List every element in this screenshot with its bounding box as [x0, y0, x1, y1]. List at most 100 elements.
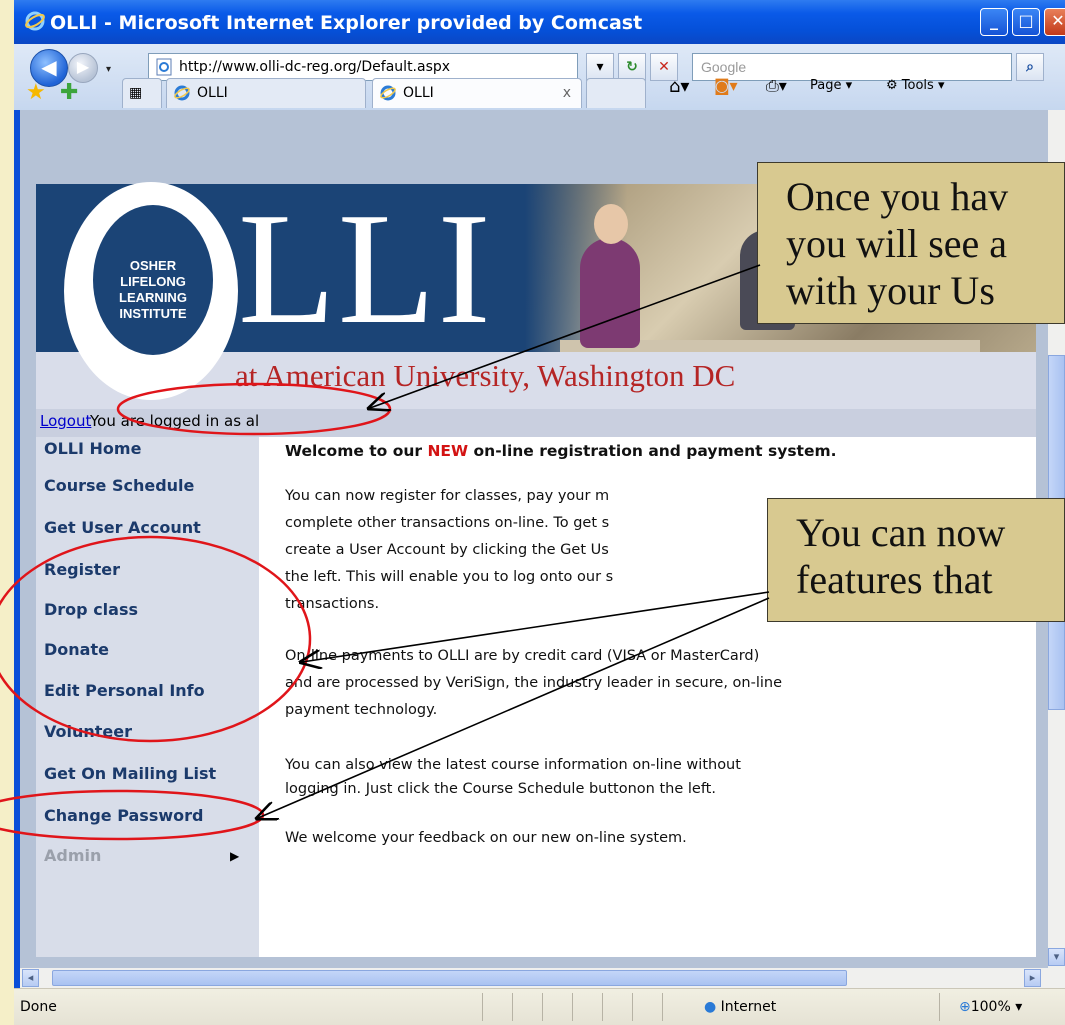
logout-link[interactable]: Logout	[40, 412, 91, 430]
ie-icon	[25, 11, 45, 31]
add-favorite-icon[interactable]: ✚	[60, 80, 78, 105]
paragraph-line: complete other transactions on-line. To …	[285, 515, 610, 531]
photo-person-1-head	[594, 204, 628, 244]
scroll-down-icon[interactable]: ▾	[1048, 948, 1065, 966]
ie-tab-icon	[380, 85, 396, 101]
print-icon[interactable]: ⎙▾	[766, 76, 787, 96]
new-tab-button[interactable]	[586, 78, 646, 108]
history-dropdown-icon[interactable]: ▾	[106, 64, 111, 75]
sidebar-item-donate[interactable]: Donate	[44, 640, 109, 659]
url-text[interactable]: http://www.olli-dc-reg.org/Default.aspx	[179, 59, 450, 75]
paragraph-line: payment technology.	[285, 702, 438, 718]
close-window-button[interactable]: ✕	[1044, 8, 1065, 36]
banner-tagline: at American University, Washington DC	[235, 358, 736, 393]
tools-menu-label: Tools	[901, 78, 934, 93]
callout-login-notice: Once you hav you will see a with your Us	[757, 162, 1065, 324]
osher-line: INSTITUTE	[119, 306, 187, 321]
callout-line: with your Us	[786, 268, 995, 313]
status-divider	[662, 993, 663, 1021]
paragraph-line: logging in. Just click the Course Schedu…	[285, 781, 716, 797]
globe-icon: ●	[704, 999, 717, 1015]
olli-logo-lli: LLI	[238, 179, 493, 357]
maximize-button[interactable]: □	[1012, 8, 1040, 36]
welcome-heading: Welcome to our NEW on-line registration …	[285, 442, 837, 460]
status-divider	[572, 993, 573, 1021]
sidebar-item-register[interactable]: Register	[44, 560, 120, 579]
ie-tab-icon	[174, 85, 190, 101]
status-divider	[602, 993, 603, 1021]
sidebar-item-drop-class[interactable]: Drop class	[44, 600, 138, 619]
zoom-icon: ⊕	[959, 999, 971, 1015]
status-bar: Done ● Internet ⊕100% ▾	[14, 988, 1065, 1025]
login-status: You are logged in as al	[90, 412, 260, 430]
tools-menu[interactable]: ⚙ Tools ▾	[886, 78, 945, 93]
callout-features: You can now features that	[767, 498, 1065, 622]
paragraph-line: You can now register for classes, pay yo…	[285, 488, 610, 504]
search-placeholder: Google	[701, 59, 747, 75]
sidebar-item-volunteer[interactable]: Volunteer	[44, 722, 132, 741]
paragraph-line: create a User Account by clicking the Ge…	[285, 542, 609, 558]
paragraph-line: transactions.	[285, 596, 380, 612]
feeds-icon[interactable]: ◙▾	[714, 76, 738, 95]
status-divider	[512, 993, 513, 1021]
chevron-down-icon: ▾	[596, 59, 604, 75]
osher-line: OSHER	[129, 258, 177, 273]
page-menu[interactable]: Page ▾	[810, 78, 852, 93]
paragraph-line: the left. This will enable you to log on…	[285, 569, 614, 585]
osher-line: LEARNING	[119, 290, 187, 305]
navigation-bar: ◀ ▶ ▾ http://www.olli-dc-reg.org/Default…	[14, 44, 1065, 110]
gear-icon: ⚙	[886, 78, 898, 93]
zone-label: Internet	[720, 999, 777, 1015]
status-divider	[939, 993, 940, 1021]
paragraph-line: We welcome your feedback on our new on-l…	[285, 830, 687, 846]
paragraph-line: On-line payments to OLLI are by credit c…	[285, 648, 760, 664]
refresh-icon: ↻	[626, 59, 638, 75]
sidebar-item-olli-home[interactable]: OLLI Home	[44, 439, 141, 458]
sidebar-item-admin[interactable]: Admin	[44, 846, 101, 865]
status-divider	[542, 993, 543, 1021]
submenu-arrow-icon: ▶	[230, 849, 240, 863]
scroll-left-icon[interactable]: ◂	[22, 969, 39, 987]
status-divider	[632, 993, 633, 1021]
paragraph-line: and are processed by VeriSign, the indus…	[285, 675, 782, 691]
close-tab-icon[interactable]: x	[563, 79, 571, 107]
scroll-right-icon[interactable]: ▸	[1024, 969, 1041, 987]
quick-tabs-button[interactable]: ▦	[122, 78, 162, 108]
home-icon[interactable]: ⌂▾	[669, 76, 689, 97]
horizontal-scroll-thumb[interactable]	[52, 970, 847, 986]
tab-olli-2[interactable]: OLLI x	[372, 78, 582, 108]
status-text: Done	[20, 999, 57, 1015]
minimize-button[interactable]: _	[980, 8, 1008, 36]
sidebar-item-course-schedule[interactable]: Course Schedule	[44, 476, 194, 495]
photo-person-1	[580, 238, 640, 348]
zoom-control[interactable]: ⊕100% ▾	[959, 999, 1022, 1015]
paragraph-line: You can also view the latest course info…	[285, 757, 741, 773]
sidebar-item-change-password[interactable]: Change Password	[44, 806, 203, 825]
welcome-suffix: on-line registration and payment system.	[468, 442, 837, 460]
callout-line: Once you hav	[786, 174, 1009, 219]
welcome-prefix: Welcome to our	[285, 442, 428, 460]
osher-logo-text: OSHER LIFELONG LEARNING INSTITUTE	[105, 258, 201, 322]
stop-icon: ✕	[658, 59, 670, 75]
callout-line: features that	[796, 557, 993, 602]
tab-olli-1[interactable]: OLLI	[166, 78, 366, 108]
window-title: OLLI - Microsoft Internet Explorer provi…	[50, 12, 643, 34]
sidebar-item-mailing-list[interactable]: Get On Mailing List	[44, 764, 216, 783]
callout-line: You can now	[796, 510, 1006, 555]
osher-line: LIFELONG	[120, 274, 186, 289]
favorites-star-icon[interactable]: ★	[26, 80, 46, 105]
sidebar-item-get-user-account[interactable]: Get User Account	[44, 518, 201, 537]
search-icon: ⌕	[1026, 59, 1034, 75]
status-divider	[482, 993, 483, 1021]
page-icon	[156, 58, 172, 76]
new-badge: NEW	[427, 442, 469, 460]
callout-line: you will see a	[786, 221, 1008, 266]
tab-label: OLLI	[197, 85, 228, 101]
security-zone: ● Internet	[704, 999, 776, 1015]
sidebar-item-edit-personal-info[interactable]: Edit Personal Info	[44, 681, 205, 700]
tab-label: OLLI	[403, 85, 434, 101]
title-bar: OLLI - Microsoft Internet Explorer provi…	[14, 0, 1065, 44]
zoom-level: 100%	[970, 999, 1011, 1015]
page-menu-label: Page	[810, 78, 842, 93]
tab-row: ★ ✚ ▦ OLLI OLLI x ⌂▾ ◙▾ ⎙▾ Page ▾ ⚙ Tool…	[14, 76, 1065, 110]
